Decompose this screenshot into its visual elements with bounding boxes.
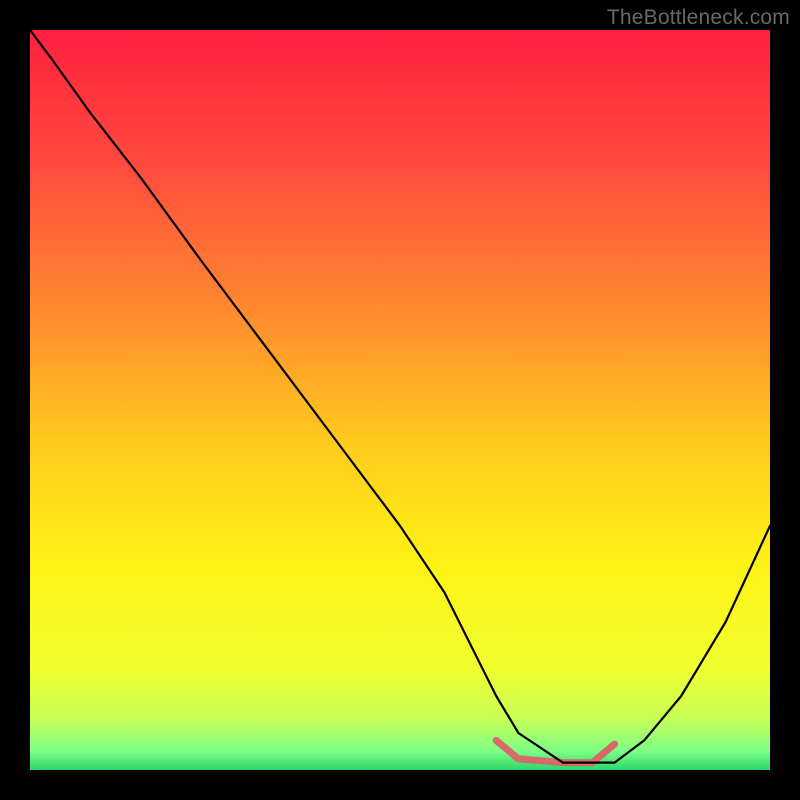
gradient-background — [30, 30, 770, 770]
bottleneck-chart — [30, 30, 770, 770]
chart-frame — [30, 30, 770, 770]
watermark-text: TheBottleneck.com — [607, 6, 790, 30]
